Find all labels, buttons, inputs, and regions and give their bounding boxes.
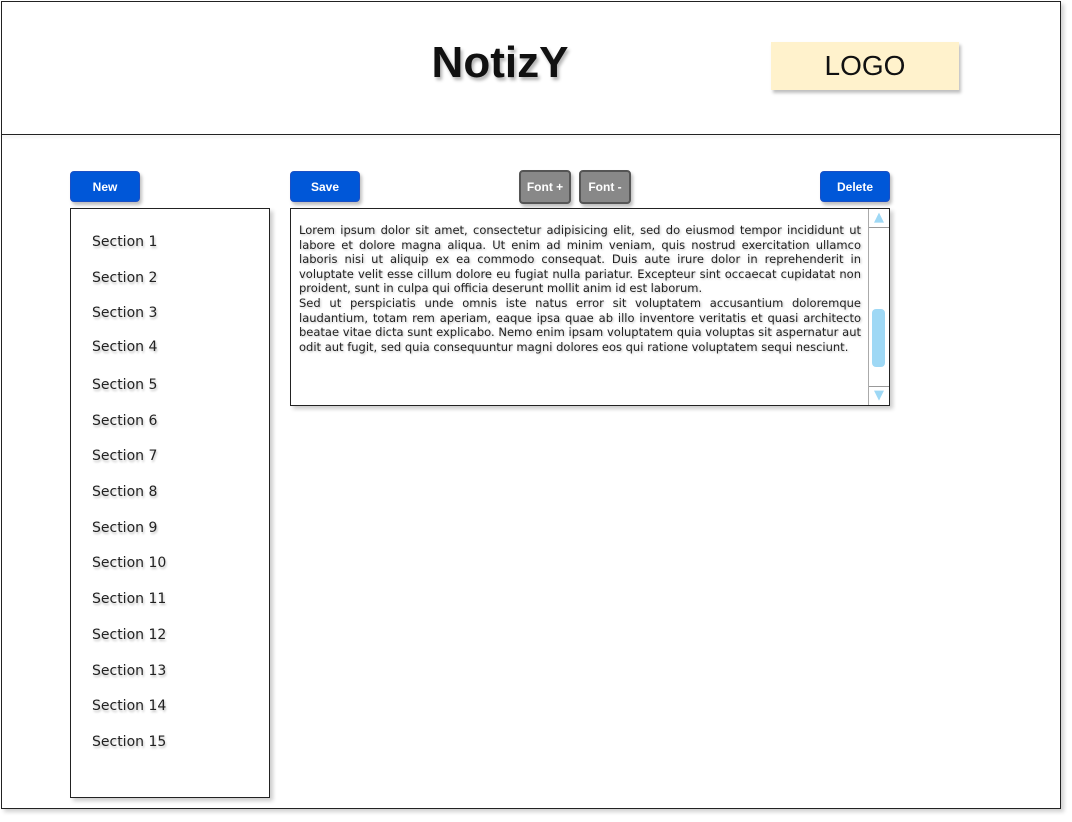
delete-button[interactable]: Delete (820, 171, 890, 202)
editor-scrollbar[interactable]: ▲ ▼ (868, 209, 889, 405)
font-decrease-button[interactable]: Font - (579, 170, 631, 204)
note-paragraph: Sed ut perspiciatis unde omnis iste natu… (299, 295, 861, 354)
header-divider (1, 134, 1061, 135)
scroll-down-icon[interactable]: ▼ (869, 386, 889, 405)
scrollbar-thumb[interactable] (872, 309, 885, 367)
sidebar-item-section-14[interactable]: Section 14 (92, 698, 166, 714)
sidebar-item-section-4[interactable]: Section 4 (92, 339, 157, 355)
sidebar-item-section-6[interactable]: Section 6 (92, 413, 157, 429)
note-text[interactable]: Lorem ipsum dolor sit amet, consectetur … (299, 223, 861, 354)
sidebar-item-section-2[interactable]: Section 2 (92, 270, 157, 286)
note-editor[interactable]: Lorem ipsum dolor sit amet, consectetur … (290, 208, 890, 406)
sidebar-item-section-13[interactable]: Section 13 (92, 663, 166, 679)
sidebar-item-section-15[interactable]: Section 15 (92, 734, 166, 750)
sidebar-item-section-1[interactable]: Section 1 (92, 234, 157, 250)
sidebar-item-section-9[interactable]: Section 9 (92, 520, 157, 536)
sidebar-item-section-3[interactable]: Section 3 (92, 305, 157, 321)
sidebar-item-section-11[interactable]: Section 11 (92, 591, 166, 607)
section-list: Section 1 Section 2 Section 3 Section 4 … (70, 208, 270, 798)
new-button[interactable]: New (70, 171, 140, 202)
scroll-up-icon[interactable]: ▲ (869, 209, 889, 228)
sidebar-item-section-8[interactable]: Section 8 (92, 484, 157, 500)
font-increase-button[interactable]: Font + (519, 170, 571, 204)
sidebar-item-section-12[interactable]: Section 12 (92, 627, 166, 643)
app-title: NotizY (431, 38, 569, 87)
sidebar-item-section-5[interactable]: Section 5 (92, 377, 157, 393)
save-button[interactable]: Save (290, 171, 360, 202)
logo: LOGO (771, 42, 959, 90)
note-paragraph: Lorem ipsum dolor sit amet, consectetur … (299, 223, 861, 296)
sidebar-item-section-7[interactable]: Section 7 (92, 448, 157, 464)
sidebar-item-section-10[interactable]: Section 10 (92, 555, 166, 571)
